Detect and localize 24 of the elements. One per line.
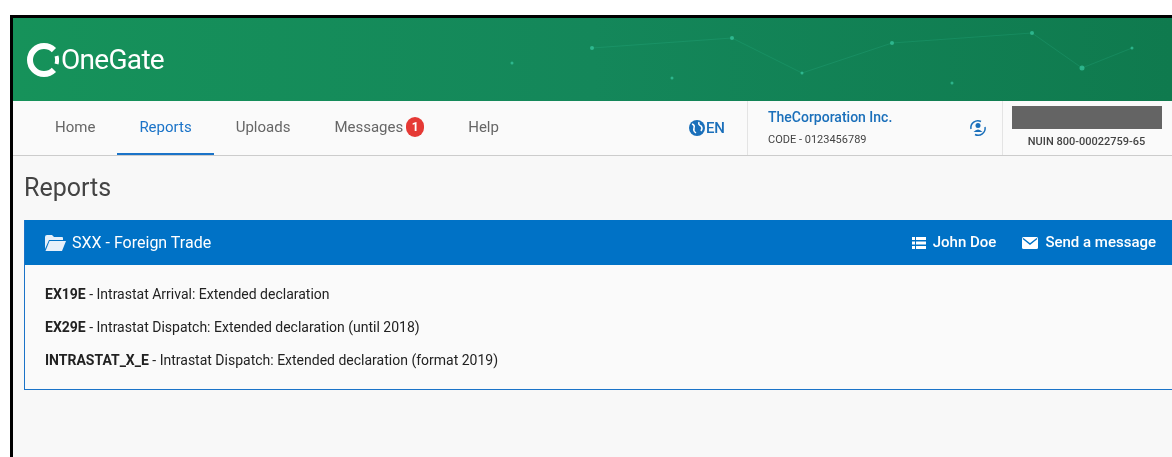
language-selector[interactable]: EN <box>666 101 747 155</box>
report-link[interactable]: EX29E - Intrastat Dispatch: Extended declaration (until 2018) <box>45 317 1172 337</box>
switch-user-icon[interactable] <box>968 118 988 138</box>
nuin-number: NUIN 800-00022759-65 <box>1027 133 1146 150</box>
logo-text: OneGate <box>61 41 164 78</box>
globe-icon <box>688 120 705 136</box>
nav-tab[interactable]: Help <box>446 101 521 155</box>
nav-tab[interactable]: Reports <box>117 101 214 155</box>
folder-icon <box>45 234 66 251</box>
company-code: CODE - 0123456789 <box>768 132 868 149</box>
panel-action-link[interactable]: Send a message <box>1022 231 1156 254</box>
panel-action-link[interactable]: John Doe <box>911 231 997 254</box>
logo-icon <box>27 42 59 77</box>
envelope-icon <box>1022 236 1039 249</box>
nav-tab[interactable]: Messages 1 <box>312 101 447 155</box>
page-title: Reports <box>24 172 113 204</box>
panel-title: SXX - Foreign Trade <box>72 231 212 254</box>
report-link[interactable]: INTRASTAT_X_E - Intrastat Dispatch: Extended declaration (format 2019) <box>45 350 1172 370</box>
nav-tab[interactable]: Home <box>33 101 118 155</box>
company-name: TheCorporation Inc. <box>768 108 894 128</box>
unread-badge: 1 <box>406 117 425 137</box>
nav-tab[interactable]: Uploads <box>213 101 313 155</box>
report-link[interactable]: EX19E - Intrastat Arrival: Extended declaration <box>45 284 1172 304</box>
list-icon <box>911 236 926 249</box>
